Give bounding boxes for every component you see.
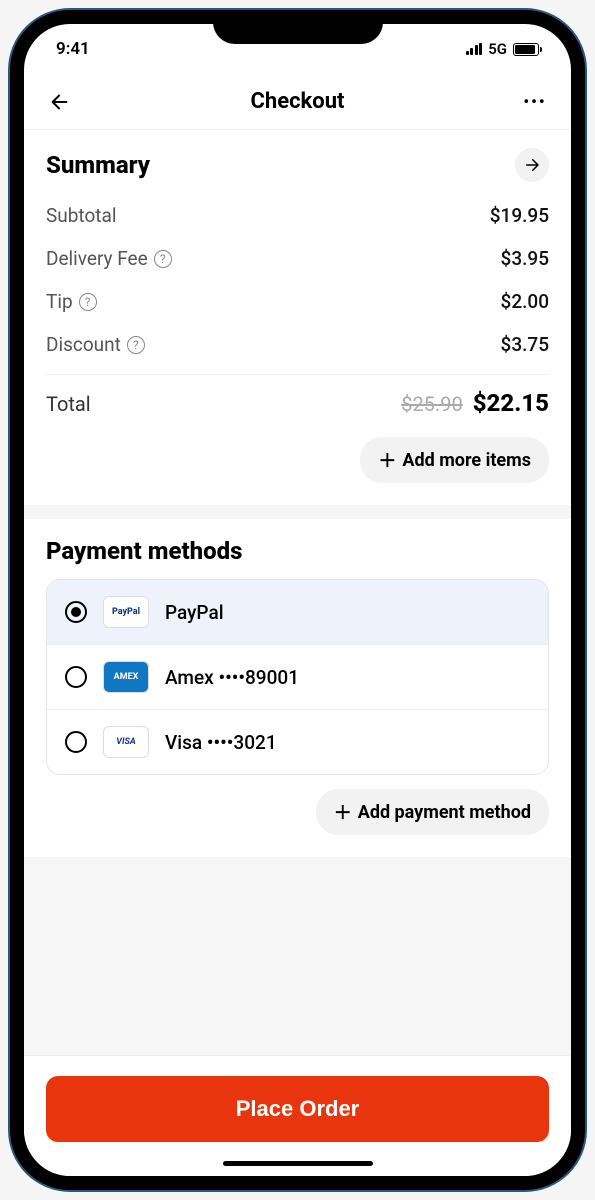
row-value: $2.00 bbox=[501, 290, 549, 313]
home-indicator[interactable] bbox=[223, 1161, 373, 1166]
total-label: Total bbox=[46, 392, 91, 416]
place-order-button[interactable]: Place Order bbox=[46, 1076, 549, 1142]
add-more-label: Add more items bbox=[402, 450, 531, 471]
help-icon[interactable]: ? bbox=[127, 336, 145, 354]
radio-unselected bbox=[65, 666, 87, 688]
divider bbox=[46, 374, 549, 375]
payment-method-label: Amex ••••89001 bbox=[165, 666, 299, 689]
spacer bbox=[24, 857, 571, 917]
nav-bar: Checkout ••• bbox=[24, 74, 571, 130]
summary-title: Summary bbox=[46, 151, 150, 179]
add-more-items-button[interactable]: ＋ Add more items bbox=[360, 437, 549, 483]
plus-icon: ＋ bbox=[334, 799, 352, 825]
summary-row: Tip? $2.00 bbox=[46, 280, 549, 323]
signal-icon bbox=[466, 43, 483, 55]
radio-selected bbox=[65, 601, 87, 623]
total-final: $22.15 bbox=[473, 389, 549, 417]
help-icon[interactable]: ? bbox=[79, 293, 97, 311]
arrow-right-icon bbox=[523, 156, 541, 174]
add-payment-label: Add payment method bbox=[358, 802, 531, 823]
add-payment-method-button[interactable]: ＋ Add payment method bbox=[316, 789, 549, 835]
row-value: $3.95 bbox=[501, 247, 549, 270]
payment-method-amex[interactable]: AMEX Amex ••••89001 bbox=[47, 644, 548, 709]
summary-expand-button[interactable] bbox=[515, 148, 549, 182]
row-label: Discount bbox=[46, 333, 121, 356]
summary-row: Subtotal $19.95 bbox=[46, 194, 549, 237]
payment-methods-list: PayPal PayPal AMEX Amex ••••89001 VISA V… bbox=[46, 579, 549, 775]
battery-icon bbox=[513, 43, 539, 56]
row-label: Delivery Fee bbox=[46, 247, 148, 270]
help-icon[interactable]: ? bbox=[154, 250, 172, 268]
payment-method-paypal[interactable]: PayPal PayPal bbox=[47, 580, 548, 644]
payment-method-label: Visa ••••3021 bbox=[165, 731, 277, 754]
payment-method-label: PayPal bbox=[165, 601, 224, 624]
amex-logo-icon: AMEX bbox=[103, 661, 149, 693]
dots-icon: ••• bbox=[523, 92, 546, 111]
row-value: $19.95 bbox=[490, 204, 549, 227]
radio-unselected bbox=[65, 731, 87, 753]
row-label: Subtotal bbox=[46, 204, 116, 227]
screen: 9:41 5G Checkout ••• Summary bbox=[24, 24, 571, 1176]
payment-section: Payment methods PayPal PayPal AMEX Amex … bbox=[24, 519, 571, 857]
arrow-left-icon bbox=[49, 91, 71, 113]
phone-frame: 9:41 5G Checkout ••• Summary bbox=[10, 10, 585, 1190]
network-label: 5G bbox=[488, 40, 507, 58]
payment-method-visa[interactable]: VISA Visa ••••3021 bbox=[47, 709, 548, 774]
total-original: $25.90 bbox=[401, 392, 462, 416]
summary-section: Summary Subtotal $19.95 Delivery Fee? $3… bbox=[24, 130, 571, 505]
summary-row: Discount? $3.75 bbox=[46, 323, 549, 366]
bottom-bar: Place Order bbox=[24, 1055, 571, 1176]
summary-row: Delivery Fee? $3.95 bbox=[46, 237, 549, 280]
payment-title: Payment methods bbox=[46, 537, 549, 565]
page-title: Checkout bbox=[76, 89, 519, 114]
status-indicators: 5G bbox=[466, 40, 539, 58]
total-row: Total $25.90 $22.15 bbox=[46, 379, 549, 423]
visa-logo-icon: VISA bbox=[103, 726, 149, 758]
notch bbox=[213, 10, 383, 44]
plus-icon: ＋ bbox=[378, 447, 396, 473]
row-value: $3.75 bbox=[501, 333, 549, 356]
status-time: 9:41 bbox=[56, 39, 90, 59]
paypal-logo-icon: PayPal bbox=[103, 596, 149, 628]
row-label: Tip bbox=[46, 290, 73, 313]
more-button[interactable]: ••• bbox=[519, 86, 551, 118]
content: Summary Subtotal $19.95 Delivery Fee? $3… bbox=[24, 130, 571, 1055]
back-button[interactable] bbox=[44, 86, 76, 118]
